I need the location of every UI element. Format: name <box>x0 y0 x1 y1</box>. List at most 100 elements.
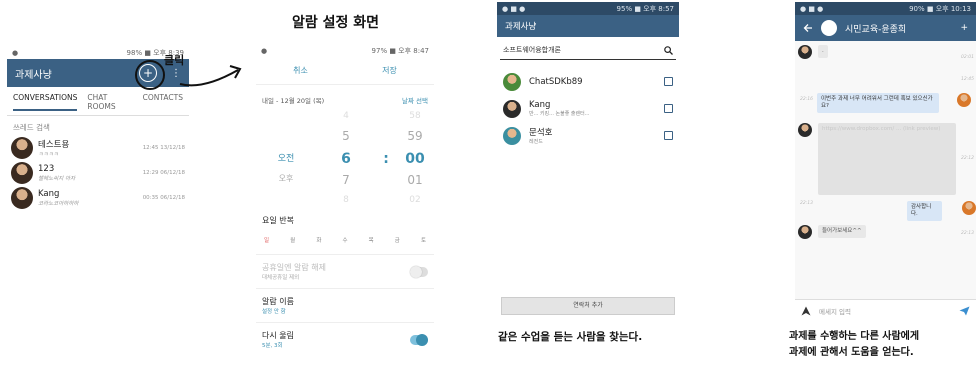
avatar <box>503 126 521 145</box>
search-bar[interactable]: 소프트웨어융합개론 <box>500 37 676 60</box>
chat-messages: . 02:01 12:45 이번주 과제 너무 어려워서 그런데 혹보 있으신가… <box>795 41 976 299</box>
contact-checkbox[interactable] <box>664 131 673 140</box>
thread-preview: 챌헤노씨지 아자 <box>38 175 76 182</box>
snooze-toggle[interactable] <box>410 333 428 346</box>
tab-conversations[interactable]: CONVERSATIONS <box>13 93 78 111</box>
picker-hour: 7 <box>342 173 350 187</box>
message-incoming: 들어가보세요^^ <box>798 225 866 239</box>
message-time: 22:13 <box>961 231 974 236</box>
picker-hour: 4 <box>343 111 349 121</box>
day-thu[interactable]: 목 <box>369 236 374 244</box>
send-icon[interactable] <box>959 306 970 316</box>
day-mon[interactable]: 월 <box>290 236 295 244</box>
picker-ampm: 오전 <box>277 154 295 164</box>
save-button[interactable]: 저장 <box>382 65 397 76</box>
picker-ampm <box>256 111 316 121</box>
thread-preview: ㅋㅋㅋㅋ <box>38 151 59 158</box>
thread-item[interactable]: 테스트용 ㅋㅋㅋㅋ 12:45 13/12/18 <box>7 135 189 160</box>
cancel-button[interactable]: 취소 <box>293 65 308 76</box>
app-bar: 과제사냥 <box>497 15 679 37</box>
chat-title: 시민교육-윤종희 <box>845 24 907 35</box>
tab-chat-rooms[interactable]: CHAT ROOMS <box>87 93 132 111</box>
picker-hour: 8 <box>343 195 349 205</box>
message-time: 22:16 <box>800 97 813 102</box>
time-picker[interactable]: 4 58 5 59 오전 6 : 00 오후 7 01 8 02 <box>256 111 434 209</box>
status-bar: ● ■ ● 90% ■ 오후 10:13 <box>795 2 976 15</box>
picker-row: 8 02 <box>256 195 434 205</box>
alarm-screen-title: 알람 설정 화면 <box>292 15 380 31</box>
picker-minute: 58 <box>409 111 421 121</box>
picker-ampm: 오후 <box>278 174 294 183</box>
picker-minute: 00 <box>405 151 425 167</box>
alarm-name-setting[interactable]: 알람 이름 설정 안 함 <box>256 288 434 322</box>
contact-item[interactable]: ChatSDKb89 <box>497 68 679 95</box>
status-right: 95% ■ 오후 8:57 <box>616 4 674 13</box>
avatar <box>957 93 971 107</box>
picker-row: 5 59 <box>256 129 434 143</box>
tab-bar: CONVERSATIONS CHAT ROOMS CONTACTS <box>7 87 189 116</box>
message-bubble: 들어가보세요^^ <box>818 225 866 239</box>
search-input[interactable]: 소프트웨어융합개론 <box>503 45 561 55</box>
day-sun[interactable]: 일 <box>264 236 269 244</box>
status-left-icons: ● <box>12 48 19 57</box>
holiday-toggle[interactable] <box>410 265 428 278</box>
screen-conversations: ● 98% ■ 오후 8:39 과제사냥 + ⋮ CONVERSATIONS C… <box>7 46 189 211</box>
day-wed[interactable]: 수 <box>342 236 347 244</box>
weekday-selector: 일 월 화 수 목 금 토 <box>256 228 434 254</box>
avatar <box>798 45 812 59</box>
back-arrow-icon[interactable] <box>803 23 813 33</box>
message-input[interactable]: 메세지 입력 <box>811 306 959 316</box>
caption-find-classmates: 같은 수업을 듣는 사람을 찾는다. <box>498 331 643 343</box>
holiday-setting[interactable]: 공휴일엔 알람 해제 대체공휴일 제외 <box>256 254 434 288</box>
avatar <box>798 225 812 239</box>
pick-date-button[interactable]: 날짜 선택 <box>402 95 428 105</box>
arrow-annotation-icon <box>179 65 242 87</box>
day-fri[interactable]: 금 <box>395 236 400 244</box>
message-incoming: . <box>798 45 828 59</box>
avatar <box>503 72 521 91</box>
contact-sub: 반... 키킹... 논불좋 출렌터... <box>529 111 590 117</box>
link-preview-bubble[interactable]: https://www.dropbox.com/ ... (link previ… <box>818 123 956 195</box>
group-avatar-icon <box>821 20 837 36</box>
contact-item[interactable]: Kang 반... 키킹... 논불좋 출렌터... <box>497 95 679 122</box>
app-bar: 시민교육-윤종희 + <box>795 15 976 41</box>
picker-row: 4 58 <box>256 111 434 121</box>
snooze-label: 다시 울림 <box>262 331 294 340</box>
day-sat[interactable]: 토 <box>421 236 426 244</box>
status-left-icons: ● <box>261 46 268 55</box>
contact-item[interactable]: 문석호 레전드 <box>497 122 679 149</box>
contact-checkbox[interactable] <box>664 104 673 113</box>
status-left-icons: ● ■ ● <box>502 4 526 13</box>
thread-item[interactable]: 123 챌헤노씨지 아자 12:29 06/12/18 <box>7 160 189 185</box>
message-time: 22:12 <box>961 156 974 161</box>
contact-name: 문석호 <box>529 128 553 138</box>
thread-name: Kang <box>38 188 60 199</box>
thread-search[interactable]: 쓰레드 검색 <box>7 116 189 135</box>
thread-item[interactable]: Kang 코라노코아하하하 00:35 06/12/18 <box>7 185 189 210</box>
thread-time: 12:29 06/12/18 <box>142 169 185 176</box>
contact-checkbox[interactable] <box>664 77 673 86</box>
thread-preview: 코라노코아하하하 <box>38 200 79 207</box>
picker-minute: 59 <box>407 129 423 143</box>
snooze-setting[interactable]: 다시 울림 5분, 3회 <box>256 322 434 356</box>
picker-row-selected: 오전 6 : 00 <box>256 151 434 167</box>
screen-find-classmates: ● ■ ● 95% ■ 오후 8:57 과제사냥 소프트웨어융합개론 ChatS… <box>497 2 679 322</box>
add-member-icon[interactable]: + <box>960 23 968 33</box>
holiday-sub: 대체공휴일 제외 <box>262 275 300 281</box>
picker-minute: 01 <box>407 173 423 187</box>
message-time: 12:45 <box>961 77 974 82</box>
picker-hour: 6 <box>341 151 351 167</box>
picker-ampm <box>256 129 316 143</box>
add-contact-button[interactable]: 연락처 추가 <box>501 297 675 315</box>
status-left-icons: ● ■ ● <box>800 4 824 13</box>
tab-contacts[interactable]: CONTACTS <box>143 93 183 111</box>
caption-chat-help: 과제를 수행하는 다른 사람에게 과제에 관해서 도움을 얻는다. <box>789 329 919 361</box>
day-tue[interactable]: 화 <box>316 236 321 244</box>
search-icon[interactable] <box>664 45 673 55</box>
picker-hour: 5 <box>342 129 350 143</box>
avatar <box>503 99 521 118</box>
thread-name: 테스트용 <box>38 139 70 150</box>
message-bubble: 감사합니다. <box>907 201 942 222</box>
avatar <box>798 123 812 137</box>
location-arrow-icon[interactable] <box>801 306 811 316</box>
